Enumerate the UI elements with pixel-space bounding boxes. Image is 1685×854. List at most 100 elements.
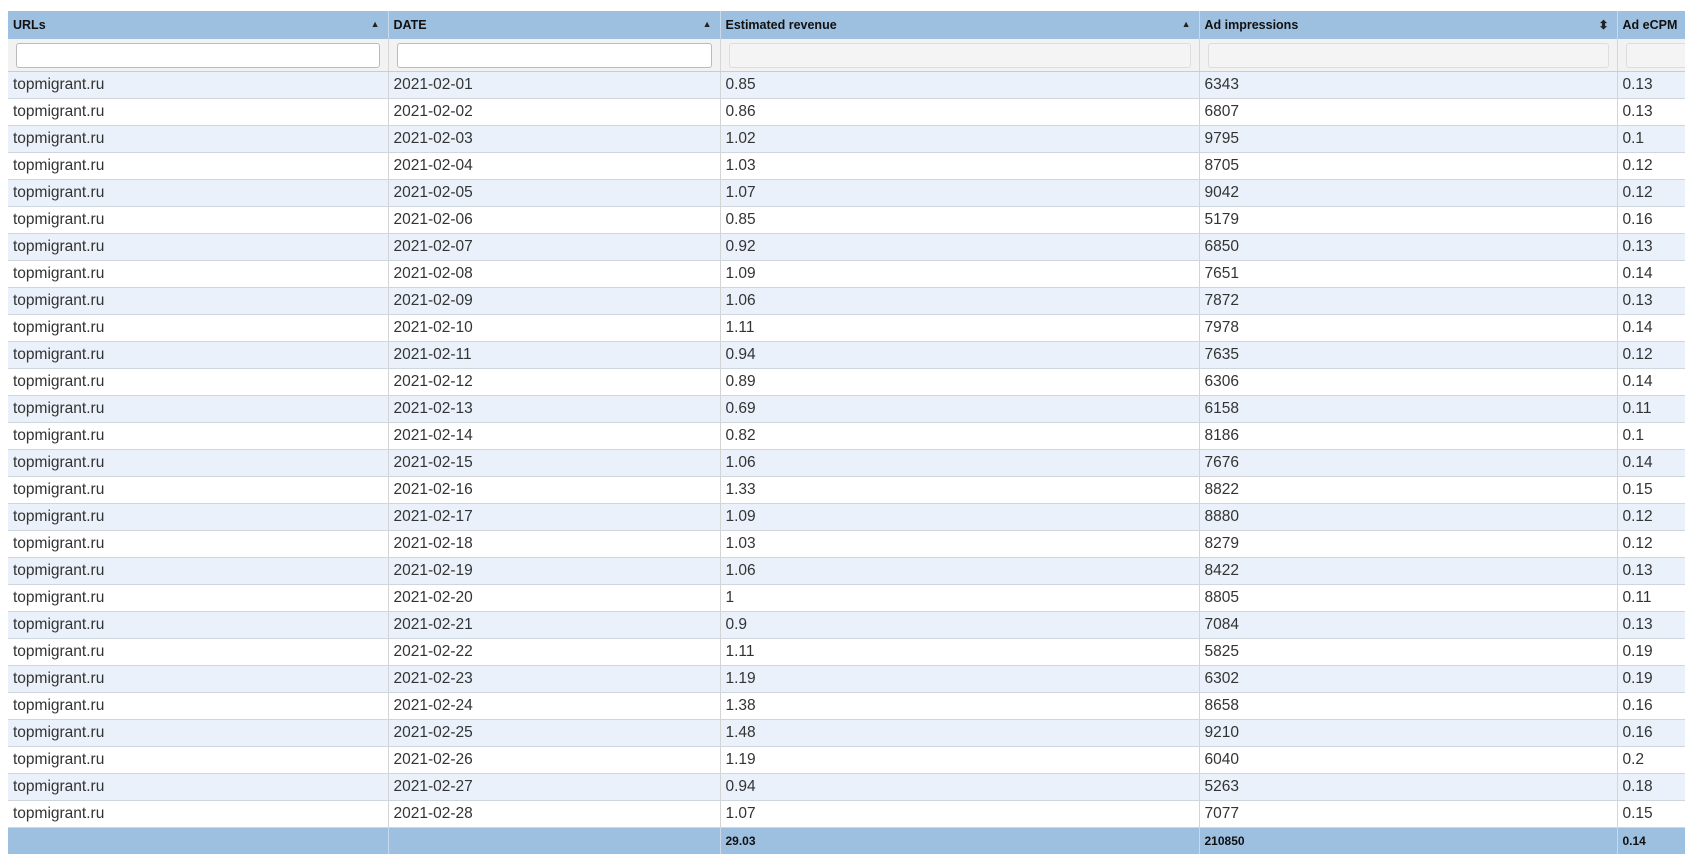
cell-date: 2021-02-04 bbox=[388, 153, 720, 180]
cell-date: 2021-02-26 bbox=[388, 747, 720, 774]
cell-estimated-revenue: 1.09 bbox=[720, 261, 1199, 288]
cell-estimated-revenue: 1.03 bbox=[720, 531, 1199, 558]
cell-date: 2021-02-27 bbox=[388, 774, 720, 801]
table-row: topmigrant.ru2021-02-110.9476350.12 bbox=[8, 342, 1685, 369]
cell-ad-ecpm: 0.16 bbox=[1617, 720, 1685, 747]
cell-ad-impressions: 6807 bbox=[1199, 99, 1617, 126]
table-row: topmigrant.ru2021-02-101.1179780.14 bbox=[8, 315, 1685, 342]
cell-urls: topmigrant.ru bbox=[8, 639, 388, 666]
cell-date: 2021-02-13 bbox=[388, 396, 720, 423]
column-header-urls[interactable]: URLs▲ bbox=[8, 11, 388, 39]
cell-estimated-revenue: 1.38 bbox=[720, 693, 1199, 720]
cell-estimated-revenue: 1.11 bbox=[720, 315, 1199, 342]
cell-date: 2021-02-15 bbox=[388, 450, 720, 477]
column-header-estimated-revenue[interactable]: Estimated revenue▲ bbox=[720, 11, 1199, 39]
filter-input-ad-ecpm[interactable] bbox=[1626, 43, 1685, 68]
cell-ad-impressions: 7635 bbox=[1199, 342, 1617, 369]
cell-ad-ecpm: 0.11 bbox=[1617, 585, 1685, 612]
cell-urls: topmigrant.ru bbox=[8, 396, 388, 423]
cell-urls: topmigrant.ru bbox=[8, 747, 388, 774]
cell-estimated-revenue: 0.86 bbox=[720, 99, 1199, 126]
sort-both-icon[interactable]: ⬍ bbox=[1598, 18, 1608, 32]
table-row: topmigrant.ru2021-02-020.8668070.13 bbox=[8, 99, 1685, 126]
cell-date: 2021-02-28 bbox=[388, 801, 720, 828]
cell-ad-impressions: 6158 bbox=[1199, 396, 1617, 423]
cell-ad-impressions: 6040 bbox=[1199, 747, 1617, 774]
cell-date: 2021-02-08 bbox=[388, 261, 720, 288]
cell-ad-impressions: 8658 bbox=[1199, 693, 1617, 720]
column-header-label: Ad eCPM bbox=[1623, 18, 1678, 32]
cell-ad-impressions: 7651 bbox=[1199, 261, 1617, 288]
cell-urls: topmigrant.ru bbox=[8, 423, 388, 450]
cell-estimated-revenue: 1.06 bbox=[720, 450, 1199, 477]
cell-date: 2021-02-06 bbox=[388, 207, 720, 234]
cell-date: 2021-02-18 bbox=[388, 531, 720, 558]
cell-date: 2021-02-09 bbox=[388, 288, 720, 315]
cell-date: 2021-02-14 bbox=[388, 423, 720, 450]
cell-estimated-revenue: 1.19 bbox=[720, 666, 1199, 693]
total-estimated-revenue: 29.03 bbox=[720, 828, 1199, 854]
filter-input-urls[interactable] bbox=[16, 43, 380, 68]
cell-date: 2021-02-03 bbox=[388, 126, 720, 153]
column-header-ad-impressions[interactable]: Ad impressions⬍ bbox=[1199, 11, 1617, 39]
filter-cell bbox=[1617, 39, 1685, 72]
cell-date: 2021-02-05 bbox=[388, 180, 720, 207]
filter-cell bbox=[1199, 39, 1617, 72]
table-row: topmigrant.ru2021-02-031.0297950.1 bbox=[8, 126, 1685, 153]
cell-ad-ecpm: 0.13 bbox=[1617, 288, 1685, 315]
cell-ad-ecpm: 0.12 bbox=[1617, 153, 1685, 180]
column-header-label: DATE bbox=[394, 18, 427, 32]
cell-ad-impressions: 8822 bbox=[1199, 477, 1617, 504]
column-header-date[interactable]: DATE ▲ bbox=[388, 11, 720, 39]
cell-date: 2021-02-12 bbox=[388, 369, 720, 396]
table-row: topmigrant.ru2021-02-241.3886580.16 bbox=[8, 693, 1685, 720]
total-date bbox=[388, 828, 720, 854]
cell-ad-ecpm: 0.19 bbox=[1617, 666, 1685, 693]
cell-ad-ecpm: 0.16 bbox=[1617, 693, 1685, 720]
cell-estimated-revenue: 0.9 bbox=[720, 612, 1199, 639]
cell-urls: topmigrant.ru bbox=[8, 531, 388, 558]
cell-ad-impressions: 5825 bbox=[1199, 639, 1617, 666]
table-row: topmigrant.ru2021-02-270.9452630.18 bbox=[8, 774, 1685, 801]
cell-urls: topmigrant.ru bbox=[8, 369, 388, 396]
sort-ascending-icon[interactable]: ▲ bbox=[371, 19, 380, 29]
cell-ad-ecpm: 0.13 bbox=[1617, 234, 1685, 261]
cell-date: 2021-02-07 bbox=[388, 234, 720, 261]
cell-ad-ecpm: 0.14 bbox=[1617, 315, 1685, 342]
table-row: topmigrant.ru2021-02-120.8963060.14 bbox=[8, 369, 1685, 396]
cell-urls: topmigrant.ru bbox=[8, 450, 388, 477]
cell-urls: topmigrant.ru bbox=[8, 342, 388, 369]
cell-ad-ecpm: 0.18 bbox=[1617, 774, 1685, 801]
cell-ad-impressions: 8705 bbox=[1199, 153, 1617, 180]
cell-urls: topmigrant.ru bbox=[8, 207, 388, 234]
cell-urls: topmigrant.ru bbox=[8, 72, 388, 99]
filter-input-ad-impressions[interactable] bbox=[1208, 43, 1609, 68]
cell-date: 2021-02-17 bbox=[388, 504, 720, 531]
cell-date: 2021-02-20 bbox=[388, 585, 720, 612]
cell-estimated-revenue: 1.06 bbox=[720, 288, 1199, 315]
table-row: topmigrant.ru2021-02-041.0387050.12 bbox=[8, 153, 1685, 180]
table-row: topmigrant.ru2021-02-091.0678720.13 bbox=[8, 288, 1685, 315]
cell-ad-ecpm: 0.14 bbox=[1617, 450, 1685, 477]
cell-ad-ecpm: 0.13 bbox=[1617, 612, 1685, 639]
cell-ad-ecpm: 0.2 bbox=[1617, 747, 1685, 774]
filter-input-date[interactable] bbox=[397, 43, 712, 68]
cell-estimated-revenue: 0.85 bbox=[720, 72, 1199, 99]
sort-ascending-icon[interactable]: ▲ bbox=[1182, 19, 1191, 29]
cell-ad-impressions: 7872 bbox=[1199, 288, 1617, 315]
sort-ascending-icon[interactable]: ▲ bbox=[703, 19, 712, 29]
table-row: topmigrant.ru2021-02-130.6961580.11 bbox=[8, 396, 1685, 423]
cell-ad-impressions: 6343 bbox=[1199, 72, 1617, 99]
column-header-ad-ecpm[interactable]: Ad eCPM bbox=[1617, 11, 1685, 39]
cell-urls: topmigrant.ru bbox=[8, 261, 388, 288]
table-row: topmigrant.ru2021-02-261.1960400.2 bbox=[8, 747, 1685, 774]
cell-ad-impressions: 9210 bbox=[1199, 720, 1617, 747]
cell-ad-impressions: 9795 bbox=[1199, 126, 1617, 153]
cell-date: 2021-02-16 bbox=[388, 477, 720, 504]
cell-estimated-revenue: 1.11 bbox=[720, 639, 1199, 666]
table-row: topmigrant.ru2021-02-171.0988800.12 bbox=[8, 504, 1685, 531]
cell-estimated-revenue: 0.69 bbox=[720, 396, 1199, 423]
cell-date: 2021-02-10 bbox=[388, 315, 720, 342]
filter-input-estimated-revenue[interactable] bbox=[729, 43, 1191, 68]
cell-ad-impressions: 8880 bbox=[1199, 504, 1617, 531]
